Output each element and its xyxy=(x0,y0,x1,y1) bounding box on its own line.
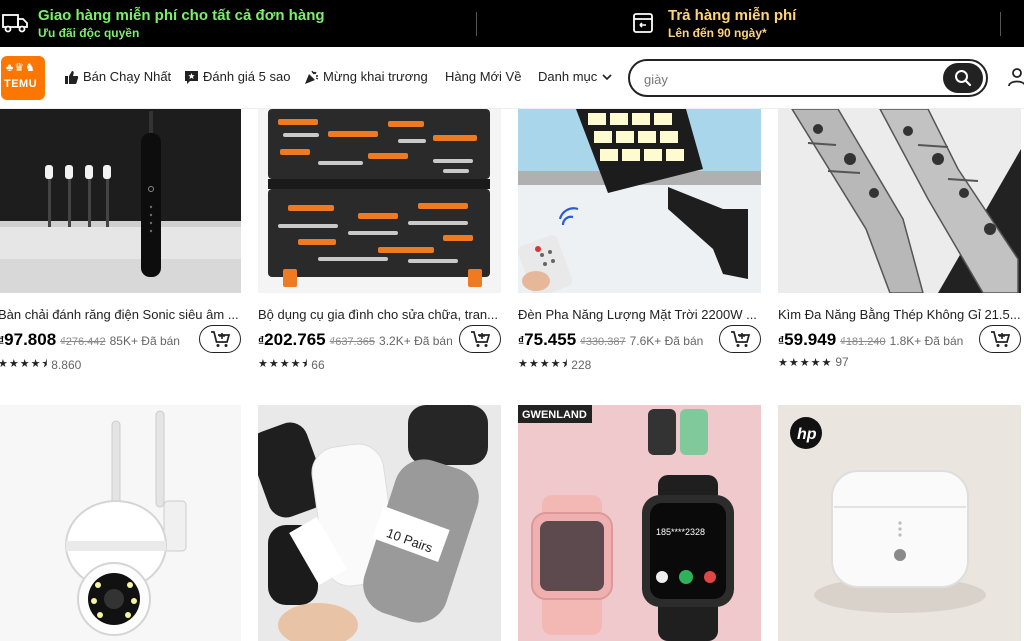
product-price: 202.765 xyxy=(264,330,326,349)
product-price: 75.455 xyxy=(524,330,577,349)
free-shipping-promo[interactable]: Giao hàng miễn phí cho tất cả đơn hàng Ư… xyxy=(38,7,325,41)
review-count: 66 xyxy=(311,357,325,372)
add-to-cart-button[interactable] xyxy=(979,325,1021,353)
product-price: 59.949 xyxy=(784,330,837,349)
nav-item-new-arrivals[interactable]: Hàng Mới Về xyxy=(445,69,521,85)
add-to-cart-icon xyxy=(991,331,1011,347)
nav-item-label: Danh mục xyxy=(538,69,598,84)
socks-image[interactable]: 10 Pairs xyxy=(258,405,501,641)
star-rating-icon: ★★★★★ xyxy=(778,356,833,369)
nav-item-five-star[interactable]: Đánh giá 5 sao xyxy=(184,69,290,85)
search-icon xyxy=(955,70,972,87)
sold-count: 7.6K+ Đã bán xyxy=(629,334,704,348)
add-to-cart-icon xyxy=(211,331,231,347)
delivery-truck-icon xyxy=(2,14,28,33)
temu-logo[interactable]: ♣♛♞ TEMU xyxy=(1,56,45,100)
product-card[interactable]: hp xyxy=(778,405,1021,641)
review-count: 228 xyxy=(571,357,592,372)
logo-text: TEMU xyxy=(4,78,38,90)
free-returns-title: Trả hàng miễn phí xyxy=(668,7,797,24)
svg-text:185****2328: 185****2328 xyxy=(656,527,705,537)
review-count: 97 xyxy=(835,355,849,369)
product-card[interactable]: Đèn Pha Năng Lượng Mặt Trời 2200W ... ₫ … xyxy=(518,109,761,379)
product-card[interactable] xyxy=(0,405,241,641)
original-price: ₫276.442 xyxy=(60,336,106,348)
nav-item-label: Đánh giá 5 sao xyxy=(203,69,291,84)
price-line: ₫ 75.455 ₫330.387 7.6K+ Đã bán xyxy=(518,330,703,352)
nav-item-best-sellers[interactable]: Bán Chạy Nhất xyxy=(64,69,171,85)
original-price: ₫637.365 xyxy=(329,336,376,348)
thumbs-up-icon xyxy=(65,70,79,84)
free-shipping-subtitle: Ưu đãi độc quyền xyxy=(38,26,140,40)
user-icon[interactable] xyxy=(1008,67,1024,87)
rating: ★★★★★ 97 xyxy=(778,355,849,369)
nav-item-grand-opening[interactable]: Mừng khai trương xyxy=(304,69,428,85)
add-to-cart-icon xyxy=(471,331,491,347)
product-card[interactable]: Bộ dụng cụ gia đình cho sửa chữa, tran..… xyxy=(258,109,501,379)
product-title[interactable]: Kìm Đa Năng Bằng Thép Không Gỉ 21.5... xyxy=(778,307,1021,323)
original-price: ₫330.387 xyxy=(580,336,626,348)
free-returns-subtitle: Lên đến 90 ngày* xyxy=(668,26,767,40)
hp-logo: hp xyxy=(797,426,817,443)
return-box-icon xyxy=(633,13,653,33)
star-rating-icon: ★★★★⯨ xyxy=(258,358,309,370)
promo-banner: Giao hàng miễn phí cho tất cả đơn hàng Ư… xyxy=(0,0,1024,47)
product-title[interactable]: Đèn Pha Năng Lượng Mặt Trời 2200W ... xyxy=(518,307,761,323)
smartwatch-image[interactable]: GWENLAND 185****2328 xyxy=(518,405,761,641)
nav-item-label: Mừng khai trương xyxy=(323,69,428,84)
earbuds-case-image[interactable]: hp xyxy=(778,405,1021,641)
rating: ★★★★⯨ 66 xyxy=(258,355,325,374)
add-to-cart-button[interactable] xyxy=(199,325,241,353)
product-card[interactable]: 10 Pairs xyxy=(258,405,501,641)
pliers-image[interactable] xyxy=(778,109,1021,293)
nav-item-label: Hàng Mới Về xyxy=(445,69,522,84)
sold-count: 3.2K+ Đã bán xyxy=(379,334,453,348)
add-to-cart-icon xyxy=(731,331,751,347)
product-card[interactable]: GWENLAND 185****2328 xyxy=(518,405,761,641)
review-count: 8.860 xyxy=(51,357,82,372)
nav-item-label: Bán Chạy Nhất xyxy=(83,69,172,84)
product-price: 97.808 xyxy=(4,330,57,349)
sold-count: 85K+ Đã bán xyxy=(109,334,180,348)
price-line: ₫ 202.765 ₫637.365 3.2K+ Đã bán xyxy=(258,330,453,352)
free-shipping-title: Giao hàng miễn phí cho tất cả đơn hàng xyxy=(38,7,325,24)
search-input[interactable] xyxy=(644,69,934,89)
product-title[interactable]: Bàn chải đánh răng điện Sonic siêu âm ..… xyxy=(0,307,241,323)
sold-count: 1.8K+ Đã bán xyxy=(889,334,964,348)
tool-kit-image[interactable] xyxy=(258,109,501,293)
logo-decoration: ♣♛♞ xyxy=(6,62,36,74)
star-rating-icon: ★★★★⯨ xyxy=(518,358,569,370)
product-title[interactable]: Bộ dụng cụ gia đình cho sửa chữa, tran..… xyxy=(258,307,501,323)
price-line: ₫ 59.949 ₫181.240 1.8K+ Đã bán xyxy=(778,330,963,352)
promo-divider xyxy=(476,12,477,36)
security-camera-image[interactable] xyxy=(0,405,241,641)
free-returns-promo[interactable]: Trả hàng miễn phí Lên đến 90 ngày* xyxy=(668,7,796,41)
product-card[interactable]: Kìm Đa Năng Bằng Thép Không Gỉ 21.5... ₫… xyxy=(778,109,1021,379)
product-card[interactable]: Bàn chải đánh răng điện Sonic siêu âm ..… xyxy=(0,109,241,379)
rating: ★★★★⯨ 8.860 xyxy=(0,355,81,374)
main-nav: ♣♛♞ TEMU Bán Chạy Nhất Đánh giá 5 sao Mừ… xyxy=(0,47,1024,109)
nav-item-categories[interactable]: Danh mục xyxy=(538,69,612,85)
product-grid: Bàn chải đánh răng điện Sonic siêu âm ..… xyxy=(0,109,1024,641)
solar-light-image[interactable] xyxy=(518,109,761,293)
star-chat-icon xyxy=(185,70,198,84)
rating: ★★★★⯨ 228 xyxy=(518,355,591,374)
brand-label: GWENLAND xyxy=(522,409,587,421)
star-rating-icon: ★★★★⯨ xyxy=(0,358,49,370)
chevron-down-icon xyxy=(602,74,612,81)
search-button[interactable] xyxy=(943,63,983,93)
original-price: ₫181.240 xyxy=(840,336,886,348)
promo-divider xyxy=(1000,12,1001,36)
toothbrush-image[interactable] xyxy=(0,109,241,293)
price-line: ₫ 97.808 ₫276.442 85K+ Đã bán xyxy=(0,330,180,352)
add-to-cart-button[interactable] xyxy=(719,325,761,353)
search-bar xyxy=(628,59,988,97)
add-to-cart-button[interactable] xyxy=(459,325,501,353)
party-popper-icon xyxy=(305,70,319,84)
